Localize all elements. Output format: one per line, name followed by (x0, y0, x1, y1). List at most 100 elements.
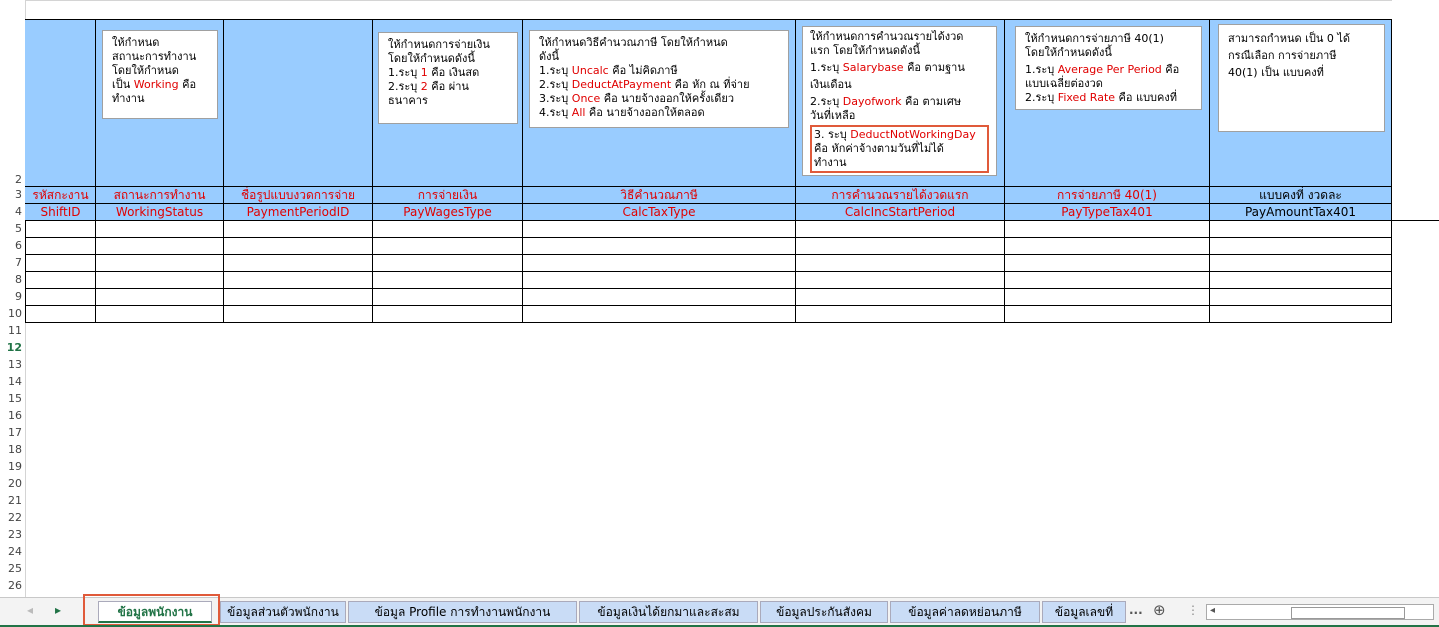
header-field-paywages[interactable]: PayWagesType (373, 204, 522, 221)
note-calc-tax[interactable]: ให้กำหนดวิธีคำนวณภาษี โดยให้กำหนด ดังนี้… (529, 30, 789, 128)
note-text: 40(1) เป็น แบบคงที่ (1228, 66, 1324, 79)
note-text: แบบเฉลี่ยต่องวด (1025, 77, 1103, 90)
row-header[interactable]: 8 (0, 272, 25, 288)
row-header[interactable]: 15 (0, 391, 25, 407)
header-thai-payamount[interactable]: แบบคงที่ งวดละ (1210, 187, 1391, 204)
tab-carried-income[interactable]: ข้อมูลเงินได้ยกมาและสะสม (579, 601, 758, 623)
header-field-paymentperiod[interactable]: PaymentPeriodID (224, 204, 372, 221)
note-text: โดยให้กำหนดดังนี้ (388, 52, 475, 65)
note-text: กรณีเลือก การจ่ายภาษี (1228, 49, 1337, 62)
note-pay-wages[interactable]: ให้กำหนดการจ่ายเงิน โดยให้กำหนดดังนี้ 1.… (378, 32, 518, 124)
spreadsheet-grid[interactable]: 2 3 4 5 6 7 8 9 10 11 12 13 14 15 16 17 … (0, 0, 1439, 597)
cell-border (25, 254, 1392, 255)
note-text: ให้กำหนดการจ่ายภาษี 40(1) (1025, 32, 1164, 45)
row-header[interactable]: 21 (0, 493, 25, 509)
header-thai-paytypetax[interactable]: การจ่ายภาษี 40(1) (1005, 187, 1209, 204)
header-thai-calcinc[interactable]: การคำนวณรายได้งวดแรก (796, 187, 1004, 204)
header-field-paytypetax[interactable]: PayTypeTax401 (1005, 204, 1209, 221)
note-text: 3.ระบุ Once คือ นายจ้างออกให้ครั้งเดียว (539, 92, 735, 105)
note-text: แรก โดยให้กำหนดดังนี้ (810, 44, 921, 57)
row-header[interactable]: 6 (0, 238, 25, 254)
tab-tax-deduction[interactable]: ข้อมูลค่าลดหย่อนภาษี (890, 601, 1040, 623)
highlight-box: 3. ระบุ DeductNotWorkingDay คือ หักค่าจ้… (810, 125, 989, 173)
header-thai-shiftid[interactable]: รหัสกะงาน (26, 187, 95, 204)
note-text: โดยให้กำหนด (112, 64, 179, 77)
cell-border (25, 322, 1392, 323)
note-pay-tax[interactable]: ให้กำหนดการจ่ายภาษี 40(1) โดยให้กำหนดดัง… (1015, 26, 1202, 110)
note-text: โดยให้กำหนดดังนี้ (1025, 46, 1112, 59)
row-header[interactable]: 9 (0, 289, 25, 305)
cell-border (372, 19, 373, 322)
plus-circle-icon[interactable]: ⊕ (1153, 601, 1166, 619)
note-text: 4.ระบุ All คือ นายจ้างออกให้ตลอด (539, 106, 705, 119)
more-tabs-ellipsis[interactable]: ... (1129, 603, 1143, 617)
row-header[interactable]: 7 (0, 255, 25, 271)
header-field-shiftid[interactable]: ShiftID (26, 204, 95, 221)
note-text: ธนาคาร (388, 94, 428, 107)
note-text: ให้กำหนดการจ่ายเงิน (388, 38, 490, 51)
note-text: ให้กำหนด (112, 36, 160, 49)
header-thai-paymentperiod[interactable]: ชื่อรูปแบบงวดการจ่าย (224, 187, 372, 204)
note-text: 1.ระบุ Average Per Period คือ (1025, 63, 1180, 76)
cell-border (795, 19, 796, 322)
row-header[interactable]: 18 (0, 442, 25, 458)
row-header[interactable]: 19 (0, 459, 25, 475)
row-header[interactable]: 23 (0, 527, 25, 543)
row-header[interactable]: 5 (0, 221, 25, 237)
scroll-left-arrow-icon[interactable]: ◂ (1210, 605, 1215, 616)
note-text: เป็น Working คือ (112, 78, 197, 91)
note-calc-inc[interactable]: ให้กำหนดการคำนวณรายได้งวด แรก โดยให้กำหน… (802, 26, 997, 176)
note-text: ทำงาน (112, 92, 145, 105)
row-header[interactable]: 22 (0, 510, 25, 526)
row-header[interactable]: 2 (0, 172, 25, 188)
header-thai-paywages[interactable]: การจ่ายเงิน (373, 187, 522, 204)
tab-personal-info[interactable]: ข้อมูลส่วนตัวพนักงาน (220, 601, 346, 623)
note-text: สถานะการทำงาน (112, 50, 197, 63)
row-header[interactable]: 17 (0, 425, 25, 441)
cell-border (95, 19, 96, 322)
cell-border (25, 305, 1392, 306)
note-pay-amount[interactable]: สามารถกำหนด เป็น 0 ได้ กรณีเลือก การจ่าย… (1218, 24, 1385, 132)
header-field-calctax[interactable]: CalcTaxType (523, 204, 795, 221)
note-text: 2.ระบุ DeductAtPayment คือ หัก ณ ที่จ่าย (539, 78, 750, 91)
header-thai-workingstatus[interactable]: สถานะการทำงาน (96, 187, 223, 204)
note-text: วันที่เหลือ (810, 109, 856, 122)
cell-border (223, 19, 224, 322)
cell-border (25, 288, 1392, 289)
row-header[interactable]: 4 (0, 204, 25, 220)
note-text: 2.ระบุ 2 คือ ผ่าน (388, 80, 469, 93)
tab-employee-info[interactable]: ข้อมูลพนักงาน (98, 601, 212, 623)
cell-border (1391, 19, 1392, 322)
row-header[interactable]: 20 (0, 476, 25, 492)
header-thai-calctax[interactable]: วิธีคำนวณภาษี (523, 187, 795, 204)
note-text: เงินเดือน (810, 78, 852, 91)
row-header-selected[interactable]: 12 (0, 340, 25, 356)
row-header[interactable]: 14 (0, 374, 25, 390)
scroll-right-icon[interactable]: ▸ (55, 603, 61, 617)
row-header[interactable]: 11 (0, 323, 25, 339)
tab-id-number[interactable]: ข้อมูลเลขที่ (1042, 601, 1126, 623)
row-header[interactable]: 13 (0, 357, 25, 373)
horizontal-scrollbar[interactable]: ◂ (1206, 604, 1434, 620)
scrollbar-thumb[interactable] (1291, 607, 1405, 619)
header-field-payamount[interactable]: PayAmountTax401 (1210, 204, 1391, 221)
vertical-dots-icon[interactable]: ⋮ (1187, 603, 1199, 617)
tab-work-profile[interactable]: ข้อมูล Profile การทำงานพนักงาน (348, 601, 577, 623)
note-text: ทำงาน (814, 156, 847, 169)
row-header[interactable]: 10 (0, 306, 25, 322)
note-text: ให้กำหนดการคำนวณรายได้งวด (810, 30, 964, 43)
row-header[interactable]: 3 (0, 187, 25, 203)
cell-border (522, 19, 523, 322)
note-text: สามารถกำหนด เป็น 0 ได้ (1228, 32, 1351, 45)
tab-social-security[interactable]: ข้อมูลประกันสังคม (760, 601, 888, 623)
header-field-calcinc[interactable]: CalcIncStartPeriod (796, 204, 1004, 221)
row-header[interactable]: 25 (0, 561, 25, 577)
header-field-workingstatus[interactable]: WorkingStatus (96, 204, 223, 221)
note-text: 1.ระบุ Salarybase คือ ตามฐาน (810, 61, 965, 74)
row-header[interactable]: 16 (0, 408, 25, 424)
row-header[interactable]: 26 (0, 578, 25, 594)
scroll-left-icon[interactable]: ◂ (27, 603, 33, 617)
note-text: 3. ระบุ DeductNotWorkingDay (814, 128, 976, 141)
row-header[interactable]: 24 (0, 544, 25, 560)
note-working-status[interactable]: ให้กำหนด สถานะการทำงาน โดยให้กำหนด เป็น … (102, 30, 218, 119)
